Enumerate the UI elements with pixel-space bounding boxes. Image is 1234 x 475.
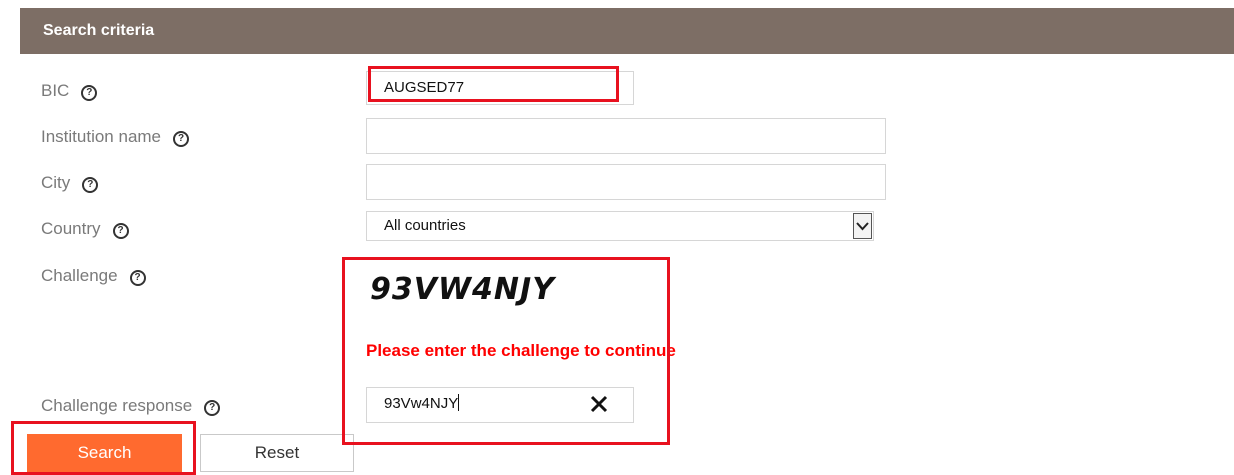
bic-label: BIC? [41, 81, 98, 101]
bic-input[interactable]: AUGSED77 [366, 71, 634, 105]
institution-name-label: Institution name? [41, 127, 190, 147]
help-icon[interactable]: ? [81, 85, 98, 101]
search-button[interactable]: Search [27, 434, 182, 472]
reset-button[interactable]: Reset [200, 434, 354, 472]
captcha-image: 93VW4NJY [370, 272, 555, 307]
section-title: Search criteria [43, 22, 155, 39]
help-icon[interactable]: ? [173, 131, 190, 147]
city-input[interactable] [366, 164, 886, 200]
chevron-down-icon[interactable] [853, 213, 872, 239]
help-icon[interactable]: ? [129, 270, 146, 286]
challenge-label: Challenge? [41, 266, 146, 286]
error-message: Please enter the challenge to continue [366, 341, 676, 360]
help-icon[interactable]: ? [112, 223, 129, 239]
section-header: Search criteria [20, 8, 1234, 54]
city-label: City? [41, 173, 99, 193]
country-select[interactable]: All countries [366, 211, 874, 241]
help-icon[interactable]: ? [82, 177, 99, 193]
text-cursor [458, 394, 460, 411]
close-icon[interactable] [589, 394, 609, 419]
help-icon[interactable]: ? [204, 400, 221, 416]
institution-name-input[interactable] [366, 118, 886, 154]
challenge-response-label: Challenge response? [41, 396, 221, 416]
country-label: Country? [41, 219, 129, 239]
